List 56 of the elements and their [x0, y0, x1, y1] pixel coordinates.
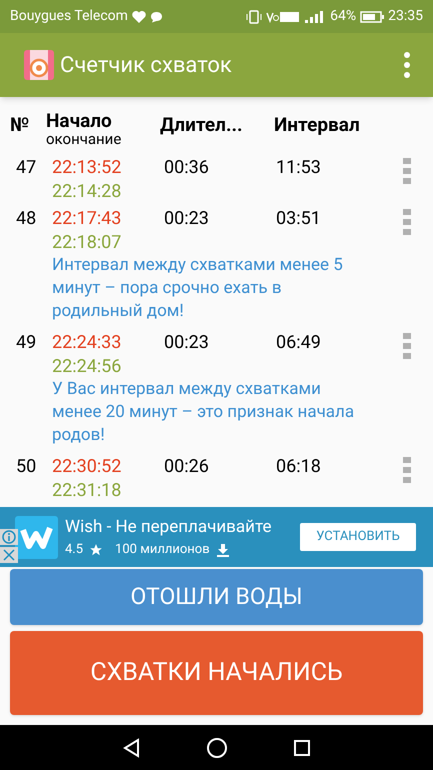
contractions-started-button[interactable]: СХВАТКИ НАЧАЛИСЬ: [10, 631, 423, 715]
end-time: 22:14:28: [52, 181, 122, 202]
warning-message: Интервал между схватками менее 5 минут – пора срочно ехать в родильный дом!: [52, 254, 344, 323]
vibrate-icon: [246, 10, 262, 24]
info-icon[interactable]: [0, 529, 18, 545]
column-subheader: окончание: [46, 131, 122, 147]
interval: 03:51: [276, 207, 322, 231]
download-icon: [216, 542, 230, 557]
wish-logo-icon: [15, 516, 58, 558]
overflow-menu-icon[interactable]: [403, 52, 411, 78]
ad-downloads: 100 миллионов: [115, 541, 210, 559]
home-icon[interactable]: [206, 736, 228, 758]
duration: 00:36: [164, 156, 210, 180]
start-time: 22:13:52: [52, 156, 122, 180]
interval: 06:49: [276, 331, 322, 355]
volte-icon: [266, 10, 300, 24]
duration: 00:23: [164, 207, 210, 231]
app-title: Счетчик схваток: [60, 52, 233, 80]
clock: 23:35: [388, 7, 423, 26]
end-time: 22:31:18: [52, 480, 122, 501]
start-time: 22:17:43: [52, 207, 122, 231]
app-logo-icon: [24, 50, 54, 80]
row-number: 50: [16, 455, 38, 479]
more-icon[interactable]: [403, 209, 411, 235]
end-time: 22:24:56: [52, 356, 122, 377]
close-icon[interactable]: [0, 547, 18, 563]
warning-message: У Вас интервал между схватками менее 20 минут – это признак начала родов!: [52, 378, 356, 447]
ad-rating: 4.5: [65, 541, 84, 559]
install-button[interactable]: УСТАНОВИТЬ: [300, 523, 416, 551]
row-number: 49: [16, 331, 38, 355]
carrier-name: Bouygues Telecom: [10, 7, 128, 26]
recents-icon[interactable]: [292, 738, 311, 756]
ad-banner[interactable]: Wish - Не переплачивайте 4.5 100 миллионов УСТАНОВИТЬ: [0, 507, 433, 567]
waters-broke-button[interactable]: ОТОШЛИ ВОДЫ: [10, 569, 423, 625]
start-time: 22:24:33: [52, 331, 122, 355]
interval: 06:18: [276, 455, 322, 479]
star-icon: [89, 542, 104, 557]
more-icon[interactable]: [403, 158, 411, 184]
end-time: 22:18:07: [52, 232, 122, 253]
duration: 00:23: [164, 331, 210, 355]
more-icon[interactable]: [403, 333, 411, 359]
column-header: Длител...: [160, 112, 244, 138]
start-time: 22:30:52: [52, 455, 122, 479]
duration: 00:26: [164, 455, 210, 479]
heart-icon: [132, 10, 146, 22]
more-icon[interactable]: [403, 457, 411, 483]
column-header: №: [10, 112, 30, 138]
interval: 11:53: [276, 156, 322, 180]
ad-title: Wish - Не переплачивайте: [65, 516, 272, 538]
row-number: 47: [16, 156, 38, 180]
battery-percent: 64%: [330, 7, 356, 26]
column-header: Начало: [46, 111, 112, 131]
column-header: Интервал: [274, 112, 360, 138]
battery-icon: [360, 10, 384, 22]
row-number: 48: [16, 207, 38, 231]
chat-icon: [150, 10, 163, 22]
